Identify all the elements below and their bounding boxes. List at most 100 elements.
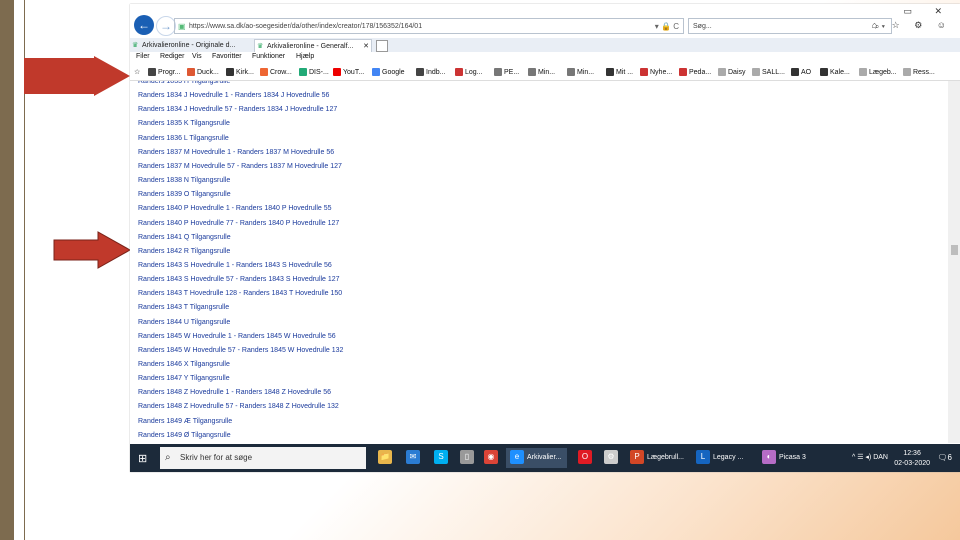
archive-link[interactable]: Randers 1843 T Tilgangsrulle (138, 304, 229, 311)
app-label: Legacy ... (713, 454, 744, 461)
address-bar[interactable]: ▣ https://www.sa.dk/ao-soegesider/da/oth… (174, 18, 684, 34)
taskbar-app[interactable]: ◐ Picasa 3 (758, 448, 812, 468)
favorite-item[interactable]: Min... (528, 68, 555, 76)
archive-link[interactable]: Randers 1847 Y Tilgangsrulle (138, 375, 230, 382)
favorite-item[interactable]: Ress... (903, 68, 935, 76)
archive-link[interactable]: Randers 1845 W Hovedrulle 1 - Randers 18… (138, 333, 336, 340)
archive-link[interactable]: Randers 1833 H Tilgangsrulle (138, 81, 230, 85)
favorite-item[interactable]: Google (372, 68, 405, 76)
page-icon: ▣ (178, 22, 186, 31)
archive-link[interactable]: Randers 1846 X Tilgangsrulle (138, 361, 230, 368)
favorite-label: Min... (577, 68, 595, 76)
app-icon: ⚙ (604, 450, 618, 465)
favorite-item[interactable]: Log... (455, 68, 483, 76)
archive-link[interactable]: Randers 1834 J Hovedrulle 57 - Randers 1… (138, 106, 337, 113)
menu-item-filer[interactable]: Filer (136, 53, 150, 60)
favorite-item[interactable]: Daisy (718, 68, 746, 76)
favorite-item[interactable]: Min... (567, 68, 594, 76)
favorite-item[interactable]: PE... (494, 68, 519, 76)
archive-link[interactable]: Randers 1838 N Tilgangsrulle (138, 177, 230, 184)
app-label: Picasa 3 (779, 454, 806, 461)
favorite-item[interactable]: Duck... (187, 68, 219, 76)
archive-link[interactable]: Randers 1835 K Tilgangsrulle (138, 120, 230, 127)
taskbar-app[interactable]: e Arkivalier... (506, 448, 568, 468)
taskbar-app[interactable]: ✉ (402, 448, 427, 468)
favorite-item[interactable]: Kirk... (226, 68, 254, 76)
archive-link[interactable]: Randers 1837 M Hovedrulle 57 - Randers 1… (138, 163, 342, 170)
archive-link[interactable]: Randers 1837 M Hovedrulle 1 - Randers 18… (138, 149, 334, 156)
archive-link[interactable]: Randers 1841 Q Tilgangsrulle (138, 234, 231, 241)
favorite-item[interactable]: Nyhe... (640, 68, 672, 76)
back-button[interactable]: ← (134, 15, 154, 35)
taskbar-app[interactable]: ◉ (480, 448, 505, 468)
archive-link[interactable]: Randers 1842 R Tilgangsrulle (138, 248, 230, 255)
archive-link[interactable]: Randers 1843 S Hovedrulle 57 - Randers 1… (138, 276, 340, 283)
archive-link[interactable]: Randers 1848 Z Hovedrulle 57 - Randers 1… (138, 403, 339, 410)
clock[interactable]: 12:36 02-03-2020 (894, 449, 930, 469)
archive-link[interactable]: Randers 1843 S Hovedrulle 1 - Randers 18… (138, 262, 332, 269)
app-icon: O (578, 450, 592, 465)
favorite-item[interactable]: Peda... (679, 68, 711, 76)
app-icon: S (434, 450, 448, 465)
favorite-label: Ress... (913, 68, 935, 76)
favorite-item[interactable]: DIS-... (299, 68, 329, 76)
toolbar-icons[interactable]: ⌂ ☆ ⚙ ☺ (872, 20, 952, 31)
tab-originale[interactable]: ♛ Arkivalieronline - Originale d... (130, 39, 252, 52)
new-tab-button[interactable] (376, 40, 388, 52)
favorite-label: AO (801, 68, 812, 76)
favorite-icon (679, 68, 687, 76)
search-input[interactable]: Søg... ⌕ ▾ (688, 18, 892, 34)
favorite-item[interactable]: Lægeb... (859, 68, 897, 76)
taskbar-app[interactable]: L Legacy ... (692, 448, 749, 468)
menu-item-hjaelp[interactable]: Hjælp (296, 53, 314, 60)
archive-link[interactable]: Randers 1849 Æ Tilgangsrulle (138, 418, 232, 425)
taskbar-app[interactable]: 📁 (374, 448, 399, 468)
archive-link[interactable]: Randers 1848 Z Hovedrulle 1 - Randers 18… (138, 389, 331, 396)
app-label: Lægebrull... (647, 454, 684, 461)
favorite-item[interactable]: YouT... (333, 68, 364, 76)
menu-item-favoritter[interactable]: Favoritter (212, 53, 242, 60)
menu-item-vis[interactable]: Vis (192, 53, 202, 60)
tab-generalf[interactable]: ♛ Arkivalieronline - Generalf... ✕ (254, 39, 372, 52)
window-controls[interactable]: ▭ ✕ (903, 6, 952, 17)
windows-start-icon[interactable]: ⊞ (138, 452, 150, 465)
close-icon[interactable]: ✕ (363, 40, 369, 52)
favorite-icon (752, 68, 760, 76)
favorite-item[interactable]: Crow... (260, 68, 292, 76)
forward-button[interactable]: → (156, 16, 176, 36)
taskbar-search-input[interactable]: ⌕ Skriv her for at søge (160, 447, 366, 469)
taskbar-app[interactable]: ⚙ (600, 448, 625, 468)
archive-link[interactable]: Randers 1840 P Hovedrulle 1 - Randers 18… (138, 205, 332, 212)
archive-link[interactable]: Randers 1844 U Tilgangsrulle (138, 319, 230, 326)
system-tray[interactable]: ^ ☰ ◂) DAN (852, 453, 888, 461)
scroll-thumb[interactable] (951, 245, 958, 255)
favorite-label: Indb... (426, 68, 446, 76)
archive-link[interactable]: Randers 1849 Ø Tilgangsrulle (138, 432, 231, 439)
favorite-label: Crow... (270, 68, 292, 76)
favorite-icon (455, 68, 463, 76)
scrollbar[interactable] (948, 81, 960, 443)
address-controls[interactable]: ▾ 🔒 C (655, 19, 679, 35)
archive-link[interactable]: Randers 1839 O Tilgangsrulle (138, 191, 231, 198)
favorite-item[interactable]: Kale... (820, 68, 850, 76)
archive-link[interactable]: Randers 1845 W Hovedrulle 57 - Randers 1… (138, 347, 343, 354)
archive-link[interactable]: Randers 1840 P Hovedrulle 77 - Randers 1… (138, 220, 339, 227)
archive-link[interactable]: Randers 1834 J Hovedrulle 1 - Randers 18… (138, 92, 329, 99)
favorite-icon (372, 68, 380, 76)
taskbar-app[interactable]: S (430, 448, 455, 468)
notification-icon[interactable]: 🗨6 (937, 453, 952, 462)
favorite-item[interactable]: Mit ... (606, 68, 633, 76)
favorites-star-icon[interactable]: ☆ (134, 68, 140, 76)
taskbar-app[interactable]: O (574, 448, 599, 468)
taskbar-app[interactable]: P Lægebrull... (626, 448, 690, 468)
archive-link[interactable]: Randers 1843 T Hovedrulle 128 - Randers … (138, 290, 342, 297)
favorite-item[interactable]: AO (791, 68, 811, 76)
menu-item-funktioner[interactable]: Funktioner (252, 53, 285, 60)
taskbar-app[interactable]: ▯ (456, 448, 481, 468)
favorite-item[interactable]: Indb... (416, 68, 445, 76)
favorite-item[interactable]: SALL... (752, 68, 785, 76)
favorite-icon (260, 68, 268, 76)
archive-link[interactable]: Randers 1836 L Tilgangsrulle (138, 135, 229, 142)
favorite-item[interactable]: Progr... (148, 68, 181, 76)
menu-item-rediger[interactable]: Rediger (160, 53, 185, 60)
